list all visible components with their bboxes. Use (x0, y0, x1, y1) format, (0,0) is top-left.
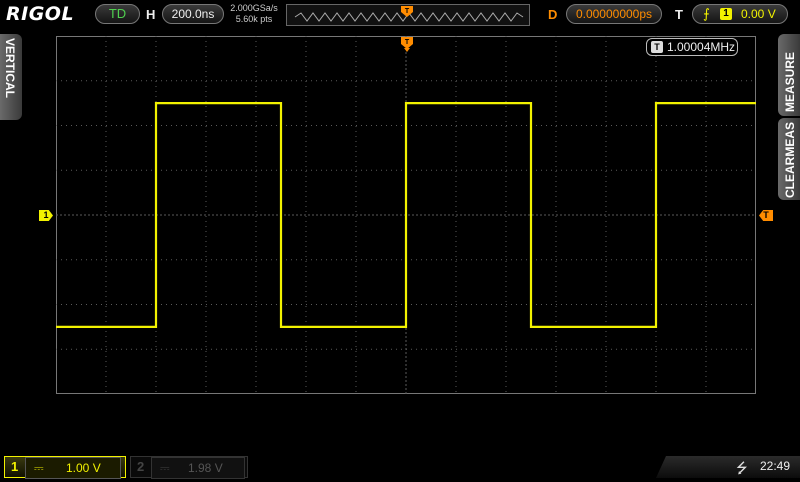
ch2-tab[interactable]: 2 ⎓ 1.98 V (130, 456, 248, 479)
trigger-position-marker[interactable]: T (401, 37, 413, 53)
acquisition-info: 2.000GSa/s 5.60k pts (228, 3, 280, 25)
clock: 22:49 (760, 459, 791, 473)
clear-measure-tab[interactable]: CLEARMEAS (778, 118, 800, 200)
rising-edge-icon: ⨍ (703, 6, 710, 21)
run-status-badge[interactable]: TD (95, 4, 140, 24)
trigger-level-value: 0.00 V (741, 7, 776, 21)
ch1-tab[interactable]: 1 ⎓ 1.00 V (4, 456, 126, 479)
ch1-scale-value: 1.00 V (66, 461, 101, 475)
timebase-value[interactable]: 200.0ns (162, 4, 224, 24)
ch2-coupling-icon: ⎓ (160, 461, 170, 475)
vertical-tab-label: VERTICAL (3, 38, 17, 98)
system-status-area: ⭍ 22:49 (656, 456, 800, 478)
brand-logo: RIGOL (6, 3, 75, 25)
trigger-source-badge: 1 (720, 8, 732, 20)
ch1-ground-marker[interactable]: 1 (39, 210, 53, 221)
trigger-label: T (675, 7, 683, 22)
frequency-value: 1.00004MHz (667, 40, 736, 54)
memory-depth: 5.60k pts (235, 14, 273, 24)
ch2-number: 2 (137, 459, 145, 474)
frequency-measurement[interactable]: T 1.00004MHz (646, 38, 738, 56)
delay-label: D (548, 7, 558, 22)
horizontal-label: H (146, 7, 156, 22)
measure-menu-tab[interactable]: MEASURE (778, 34, 800, 116)
ch1-scale-box: ⎓ 1.00 V (25, 457, 121, 479)
trigger-position-icon: T (401, 4, 413, 17)
waveform-display[interactable] (56, 36, 756, 394)
clear-measure-label: CLEARMEAS (783, 121, 797, 198)
measurement-source-icon: T (651, 41, 663, 53)
delay-value[interactable]: 0.00000000ps (566, 4, 662, 24)
ch2-scale-box: ⎓ 1.98 V (151, 457, 245, 479)
top-status-bar: RIGOL TD H 200.0ns 2.000GSa/s 5.60k pts … (0, 0, 800, 30)
ch1-number: 1 (11, 459, 19, 474)
measure-tab-label: MEASURE (783, 51, 797, 112)
trigger-settings[interactable]: ⨍ 1 0.00 V (692, 4, 788, 24)
trigger-position-marker-letter: T (405, 39, 410, 46)
dc-coupling-icon: ⎓ (34, 461, 44, 475)
memory-position-bar[interactable]: T (286, 4, 530, 26)
ch2-scale-value: 1.98 V (188, 461, 223, 475)
trigger-level-marker[interactable]: T (759, 210, 773, 221)
trigger-position-letter: T (405, 8, 410, 15)
vertical-menu-tab[interactable]: VERTICAL (0, 34, 22, 120)
sample-rate: 2.000GSa/s (230, 3, 278, 13)
